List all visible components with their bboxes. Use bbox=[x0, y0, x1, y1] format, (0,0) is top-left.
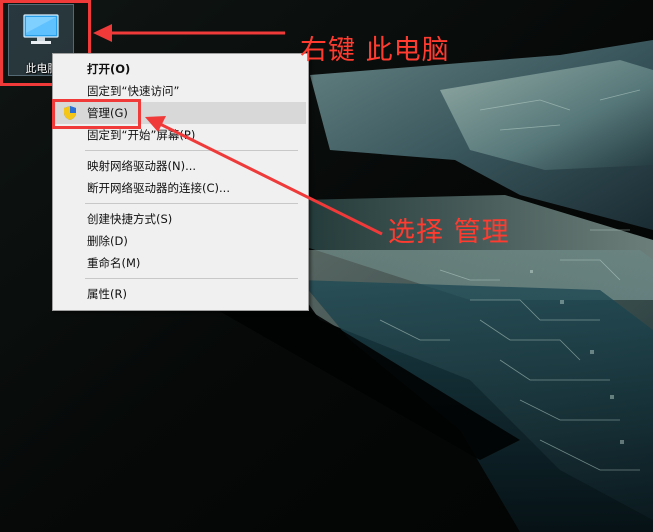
menu-item-map-network-drive[interactable]: 映射网络驱动器(N)... bbox=[53, 155, 308, 177]
annotation-select-manage: 选择 管理 bbox=[388, 217, 510, 248]
desktop: 此电脑 打开(O) 固定到“快速访问” 管理(G) 固定到“开始”屏幕(P) 映… bbox=[0, 0, 653, 532]
highlight-box-manage bbox=[52, 99, 141, 129]
menu-separator bbox=[85, 203, 298, 204]
menu-item-rename[interactable]: 重命名(M) bbox=[53, 252, 308, 274]
menu-item-disconnect-network-drive[interactable]: 断开网络驱动器的连接(C)... bbox=[53, 177, 308, 199]
annotation-right-click-this-pc: 右键 此电脑 bbox=[300, 35, 450, 66]
menu-item-properties[interactable]: 属性(R) bbox=[53, 283, 308, 305]
menu-separator bbox=[85, 278, 298, 279]
menu-separator bbox=[85, 150, 298, 151]
context-menu: 打开(O) 固定到“快速访问” 管理(G) 固定到“开始”屏幕(P) 映射网络驱… bbox=[52, 53, 309, 311]
menu-item-open[interactable]: 打开(O) bbox=[53, 58, 308, 80]
menu-item-create-shortcut[interactable]: 创建快捷方式(S) bbox=[53, 208, 308, 230]
menu-item-delete[interactable]: 删除(D) bbox=[53, 230, 308, 252]
